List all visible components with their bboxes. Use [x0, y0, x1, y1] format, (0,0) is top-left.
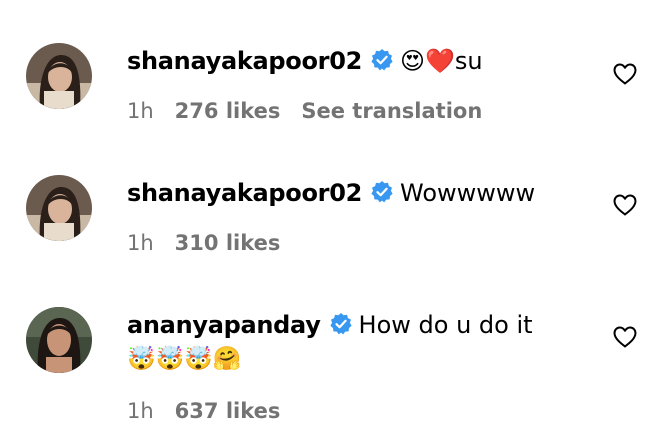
comment-meta: 1h 276 likes See translation	[127, 97, 503, 125]
comment-text: Wowwwww	[400, 179, 536, 207]
username[interactable]: shanayakapoor02	[127, 47, 362, 75]
heart-outline-icon[interactable]	[612, 325, 638, 349]
timestamp: 1h	[127, 99, 154, 123]
verified-badge-icon	[370, 180, 394, 204]
comment-meta: 1h 310 likes	[127, 229, 301, 257]
comment-header: shanayakapoor02 Wowwwww	[127, 177, 535, 209]
timestamp: 1h	[127, 231, 154, 255]
avatar[interactable]	[26, 43, 92, 109]
comment-text-continuation: 🤯🤯🤯🤗	[127, 346, 242, 372]
avatar[interactable]	[26, 307, 92, 373]
comment-text: 😍❤️su	[400, 47, 483, 75]
comment-meta: 1h 637 likes	[127, 397, 301, 425]
timestamp: 1h	[127, 399, 154, 423]
see-translation-link[interactable]: See translation	[301, 99, 482, 123]
comment-header: ananyapanday How do u do it	[127, 309, 533, 341]
username[interactable]: shanayakapoor02	[127, 179, 362, 207]
verified-badge-icon	[370, 48, 394, 72]
likes-count[interactable]: 637 likes	[175, 399, 281, 423]
verified-badge-icon	[329, 312, 353, 336]
likes-count[interactable]: 310 likes	[175, 231, 281, 255]
avatar[interactable]	[26, 175, 92, 241]
heart-outline-icon[interactable]	[612, 62, 638, 86]
comment-header: shanayakapoor02 😍❤️su	[127, 45, 483, 77]
heart-outline-icon[interactable]	[612, 193, 638, 217]
likes-count[interactable]: 276 likes	[175, 99, 281, 123]
comment-text: How do u do it	[358, 311, 533, 339]
username[interactable]: ananyapanday	[127, 311, 321, 339]
